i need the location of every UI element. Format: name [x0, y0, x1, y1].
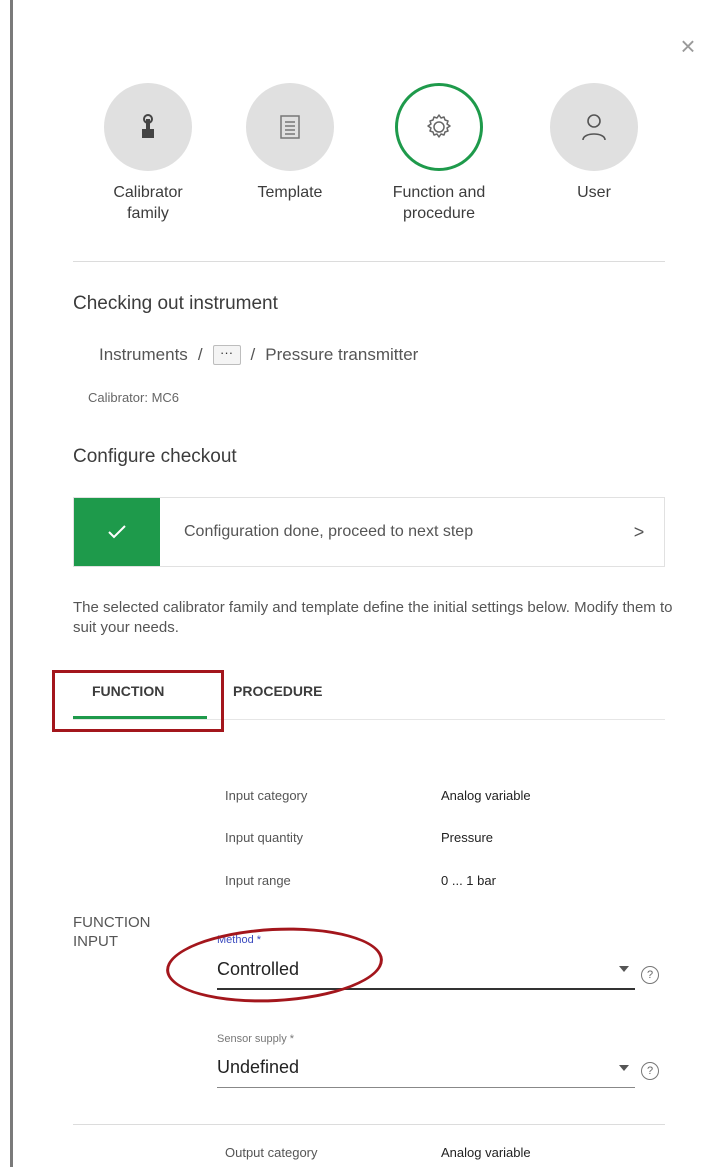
divider [73, 1124, 665, 1125]
gear-icon [395, 83, 483, 171]
highlight-rectangle [52, 670, 224, 732]
input-range-label: Input range [225, 873, 291, 888]
input-category-value: Analog variable [441, 788, 531, 803]
proceed-banner[interactable]: Configuration done, proceed to next step… [73, 497, 665, 567]
highlight-ellipse [164, 922, 385, 1008]
configure-heading: Configure checkout [73, 446, 237, 467]
step-template[interactable]: Template [235, 83, 345, 203]
step-calibrator-family[interactable]: Calibrator family [93, 83, 203, 224]
breadcrumb-separator: / [197, 345, 203, 364]
step-user[interactable]: User [539, 83, 649, 203]
output-category-label: Output category [225, 1145, 318, 1160]
chevron-down-icon [619, 1064, 629, 1071]
chevron-down-icon [619, 966, 629, 972]
banner-text: Configuration done, proceed to next step [184, 523, 474, 540]
sensor-supply-value: Undefined [217, 1057, 300, 1077]
step-label: User [577, 184, 611, 201]
input-range-value: 0 ... 1 bar [441, 873, 496, 888]
description: The selected calibrator family and templ… [73, 599, 673, 636]
output-category-value: Analog variable [441, 1145, 531, 1160]
calibrator-info: Calibrator: MC6 [88, 390, 180, 405]
user-icon [550, 83, 638, 171]
divider [73, 261, 665, 262]
step-label: Calibrator family [113, 184, 183, 222]
help-icon[interactable]: ? [641, 966, 659, 984]
sensor-supply-label: Sensor supply * [217, 1033, 295, 1045]
checkmark-icon [74, 498, 160, 566]
help-icon[interactable]: ? [641, 1062, 659, 1080]
function-input-section-label: FUNCTION INPUT [73, 913, 183, 951]
breadcrumb: Instruments / ··· / Pressure transmitter [99, 345, 418, 365]
input-quantity-value: Pressure [441, 830, 494, 845]
sensor-supply-select[interactable]: Undefined [217, 1048, 635, 1088]
document-icon [246, 83, 334, 171]
input-quantity-label: Input quantity [225, 830, 304, 845]
touch-hand-icon [104, 83, 192, 171]
step-label: Template [257, 184, 323, 201]
breadcrumb-root[interactable]: Instruments [99, 345, 188, 365]
page-title: Checking out instrument [73, 293, 278, 314]
window-edge [10, 0, 13, 1167]
tab-procedure[interactable]: PROCEDURE [233, 683, 322, 699]
close-icon[interactable]: × [676, 33, 700, 59]
step-label: Function and procedure [392, 184, 486, 222]
input-category-label: Input category [225, 788, 308, 803]
chevron-right-icon: > [633, 521, 645, 542]
section-label-text: FUNCTION INPUT [73, 914, 151, 950]
breadcrumb-separator: / [250, 345, 256, 364]
breadcrumb-current: Pressure transmitter [265, 345, 419, 364]
step-function-and-procedure[interactable]: Function and procedure [384, 83, 494, 224]
breadcrumb-ellipsis-button[interactable]: ··· [212, 345, 241, 365]
